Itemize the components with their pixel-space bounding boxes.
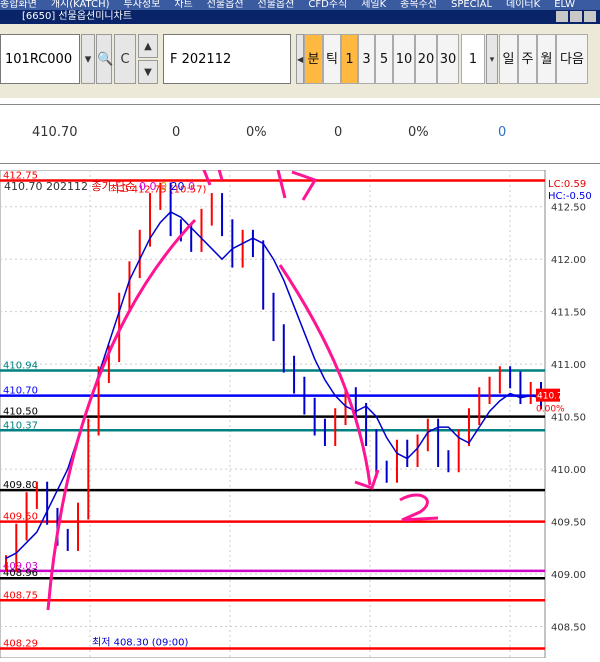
maximize-button[interactable] xyxy=(570,11,582,22)
quote-vol-pct: 0% xyxy=(408,125,429,140)
chart-n5: 0 xyxy=(188,180,195,193)
y-tick-label: 408.50 xyxy=(551,623,586,634)
annotation-stroke xyxy=(46,218,197,611)
period-button-3[interactable]: 3 xyxy=(358,34,375,84)
window-title: [6650] 선물옵션미니차트 xyxy=(22,11,133,22)
count-dropdown-button[interactable]: ▾ xyxy=(486,34,498,84)
annotation-mark-1 xyxy=(198,154,224,186)
period-left-button[interactable]: ◀ xyxy=(296,34,304,84)
period-button-1[interactable]: 1 xyxy=(341,34,358,84)
y-tick-label: 411.00 xyxy=(551,360,586,371)
current-price-label: 410.70 xyxy=(537,392,569,402)
menu-item[interactable]: ELW xyxy=(554,0,575,10)
quote-bar: 410.70 0 0% 0 0% 0 xyxy=(0,104,600,164)
level-label: 408.96 xyxy=(3,568,38,579)
scroll-up-button[interactable]: ▲ xyxy=(138,34,158,58)
chart-contract: 202112 xyxy=(46,180,88,193)
level-label: 408.29 xyxy=(3,639,38,650)
quote-change: 0 xyxy=(172,125,181,140)
scroll-down-button[interactable]: ▼ xyxy=(138,60,158,84)
menu-item[interactable]: SPECIAL xyxy=(451,0,492,10)
quote-price: 410.70 xyxy=(32,125,78,140)
y-tick-label: 412.50 xyxy=(551,203,586,214)
day-button[interactable]: 일 xyxy=(499,34,518,84)
contract-field[interactable]: F 202112 xyxy=(163,34,291,84)
level-label: 410.70 xyxy=(3,386,38,397)
level-label: 410.37 xyxy=(3,420,38,431)
menu-bar: 종합화면 개시(KATCH) 투자정보 차트 선물옵션 선물옵션 CFD주식 세일K 종목주선 S… xyxy=(0,0,600,10)
period-button-20[interactable]: 20 xyxy=(415,34,437,84)
count-field[interactable]: 1 xyxy=(461,34,485,84)
y-tick-label: 409.00 xyxy=(551,570,586,581)
level-label: 409.80 xyxy=(3,480,38,491)
annotation-mark-3 xyxy=(399,493,439,522)
menu-item[interactable]: 종합화면 xyxy=(0,0,37,10)
period-button-5[interactable]: 5 xyxy=(375,34,393,84)
y-tick-label: 411.50 xyxy=(551,308,586,319)
chart-info: 410.70 202112 종가 단순 0 0 0 20 0 xyxy=(4,178,195,194)
menu-item[interactable]: 종목주선 xyxy=(400,0,437,10)
period-button-10[interactable]: 10 xyxy=(393,34,415,84)
y-tick-label: 410.00 xyxy=(551,465,586,476)
menu-item[interactable]: 차트 xyxy=(174,0,192,10)
price-chart[interactable]: 412.50 412.00 411.50 411.00 410.50 410.00 409.… xyxy=(0,154,600,659)
quote-volume: 0 xyxy=(334,125,343,140)
chart-label-close: 종가 xyxy=(91,180,112,193)
month-button[interactable]: 월 xyxy=(537,34,556,84)
menu-item[interactable]: 투자정보 xyxy=(124,0,161,10)
chart-code: 410.70 xyxy=(4,180,43,193)
refresh-icon[interactable]: C xyxy=(114,34,136,84)
period-tick-button[interactable]: 틱 xyxy=(323,34,341,84)
hc-label: HC:-0.50 xyxy=(548,191,592,202)
level-label: 410.94 xyxy=(3,360,38,371)
y-tick-label: 412.00 xyxy=(551,255,586,266)
menu-item[interactable]: 데이터K xyxy=(506,0,540,10)
close-button[interactable] xyxy=(584,11,596,22)
level-label: 408.75 xyxy=(3,590,38,601)
low-label: 최저 408.30 (09:00) xyxy=(92,637,188,649)
menu-item[interactable]: 선물옵션 xyxy=(207,0,244,10)
period-button-30[interactable]: 30 xyxy=(437,34,459,84)
code-dropdown-button[interactable]: ▾ xyxy=(81,34,95,84)
menu-item[interactable]: 개시(KATCH) xyxy=(51,0,110,10)
code-input[interactable]: 101RC000 xyxy=(0,34,80,84)
annotation-arrowhead xyxy=(354,469,380,490)
minimize-button[interactable] xyxy=(556,11,568,22)
chart-label-simple: 단순 xyxy=(115,180,136,193)
menu-item[interactable]: 선물옵션 xyxy=(258,0,295,10)
chart-n3: 0 xyxy=(160,180,167,193)
quote-change-pct: 0% xyxy=(246,125,267,140)
chart-n4: 20 xyxy=(170,180,185,193)
chart-area[interactable]: 412.50 412.00 411.50 411.00 410.50 410.00 409.… xyxy=(0,154,600,659)
current-change-label: 0.00% xyxy=(536,405,565,415)
window-titlebar: [6650] 선물옵션미니차트 xyxy=(0,10,600,24)
menu-item[interactable]: CFD주식 xyxy=(308,0,347,10)
moving-average-line xyxy=(5,211,542,559)
lc-label: LC:0.59 xyxy=(548,179,587,190)
menu-item[interactable]: 세일K xyxy=(361,0,386,10)
period-minute-button[interactable]: 분 xyxy=(304,34,323,84)
chart-n1: 0 xyxy=(139,180,146,193)
search-icon[interactable]: 🔍 xyxy=(96,34,113,84)
week-button[interactable]: 주 xyxy=(518,34,537,84)
quote-oi: 0 xyxy=(498,125,507,140)
level-label: 409.50 xyxy=(3,512,38,523)
next-button[interactable]: 다음 xyxy=(556,34,588,84)
annotation-mark-2 xyxy=(276,169,318,201)
chart-frame xyxy=(0,169,546,659)
y-tick-label: 409.50 xyxy=(551,518,586,529)
level-label: 410.50 xyxy=(3,407,38,418)
chart-n2: 0 xyxy=(149,180,157,193)
